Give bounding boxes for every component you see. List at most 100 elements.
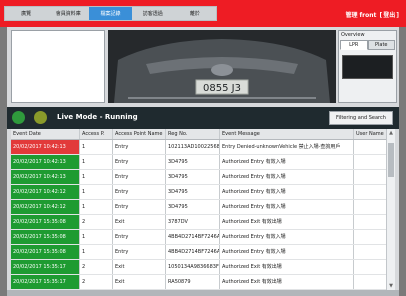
col-event-date[interactable]: Event Date [11,129,80,139]
live-mode-title: Live Mode - Running [57,113,138,121]
cell-access-point-name: Entry [113,185,166,199]
bottom-strip [7,290,399,296]
cell-event-message: Authorized Entry 有效入場 [220,155,354,169]
cell-access-p: 1 [80,185,113,199]
camera-view: 0855 J3 [108,30,336,103]
overview-title: Overview [341,32,365,38]
cell-event-date: 20/02/2017 15:35:08 [11,245,80,259]
table-header: Event Date Access P. Access Point Name R… [11,129,386,140]
cell-access-p: 1 [80,155,113,169]
cell-access-p: 2 [80,275,113,289]
cell-access-point-name: Entry [113,200,166,214]
cell-event-date: 20/02/2017 10:42:13 [11,170,80,184]
cell-event-message: Entry Denied-unknownVehicle 禁止入場-查詢用戶 [220,140,354,154]
cell-event-message: Authorized Exit 有效出場 [220,215,354,229]
cell-event-date: 20/02/2017 15:35:17 [11,275,80,289]
table-row[interactable]: 20/02/2017 10:42:12 1 Entry 3D4795 Authorize… [11,185,386,200]
cell-reg-no: 3D4795 [166,170,220,184]
refresh-icon[interactable] [12,111,25,124]
live-mode-bar: Live Mode - Running Filtering and Search [7,107,399,129]
cell-event-date: 20/02/2017 10:42:12 [11,200,80,214]
col-reg-no[interactable]: Reg No. [166,129,220,139]
table-row[interactable]: 20/02/2017 15:35:08 1 Entry 4BB4D2714BF7246… [11,230,386,245]
col-user-name[interactable]: User Name [354,129,386,139]
cell-user-name [354,245,386,259]
cell-access-p: 1 [80,170,113,184]
nav-item-member-database[interactable]: 會員資料庫 [47,7,89,20]
gate-icon[interactable] [34,111,47,124]
cell-event-message: Authorized Entry 有效入場 [220,230,354,244]
cell-event-date: 20/02/2017 15:35:08 [11,215,80,229]
cell-reg-no: 4BB4D2714BF7246A [166,230,220,244]
cell-reg-no: 3787DV [166,215,220,229]
overview-image [342,55,393,79]
table-body: 20/02/2017 10:42:13 1 Entry 102113AD1002256… [11,140,386,290]
cell-user-name [354,185,386,199]
cell-access-p: 1 [80,245,113,259]
scroll-up-icon[interactable]: ▲ [387,129,395,137]
table-row[interactable]: 20/02/2017 10:42:13 1 Entry 3D4795 Authorize… [11,155,386,170]
cell-reg-no: 1050134A9836683F [166,260,220,274]
table-scrollbar[interactable]: ▲ ▼ [386,129,395,290]
plate-number: 0855 J3 [203,83,241,94]
cell-reg-no: 4BB4D2714BF7246A [166,245,220,259]
table-row[interactable]: 20/02/2017 10:42:12 1 Entry 3D4795 Authorize… [11,200,386,215]
cell-reg-no: RA50879 [166,275,220,289]
cell-user-name [354,275,386,289]
cell-reg-no: 3D4795 [166,185,220,199]
nav-item-visitors[interactable]: 訪客透過 [132,7,174,20]
scroll-thumb[interactable] [388,143,394,177]
table-row[interactable]: 20/02/2017 15:35:08 1 Entry 4BB4D2714BF7246… [11,245,386,260]
main-panel: 0855 J3 Overview LPR Plate Live Mode - R… [7,27,399,290]
cell-event-date: 20/02/2017 10:42:13 [11,155,80,169]
filter-search-button[interactable]: Filtering and Search [329,111,393,125]
cell-access-p: 2 [80,260,113,274]
cell-event-message: Authorized Entry 有效入場 [220,200,354,214]
top-bar: 廣覽 會員資料庫 檔案記錄 訪客透過 離於 管理 front [登出] [0,0,406,27]
table-row[interactable]: 20/02/2017 15:35:17 2 Exit RA50879 Authorize… [11,275,386,290]
table-row[interactable]: 20/02/2017 10:42:13 1 Entry 3D4795 Authorize… [11,170,386,185]
cell-reg-no: 3D4795 [166,200,220,214]
username: 管理 front [345,12,377,19]
col-access-p[interactable]: Access P. [80,129,113,139]
cell-access-point-name: Entry [113,170,166,184]
cell-access-point-name: Entry [113,245,166,259]
cell-access-p: 1 [80,230,113,244]
cell-access-point-name: Exit [113,260,166,274]
table-row[interactable]: 20/02/2017 10:42:13 1 Entry 102113AD1002256… [11,140,386,155]
nav-item-overview[interactable]: 廣覽 [5,7,47,20]
cell-access-point-name: Entry [113,155,166,169]
table-row[interactable]: 20/02/2017 15:35:17 2 Exit 1050134A9836683F… [11,260,386,275]
cell-access-point-name: Exit [113,215,166,229]
cell-event-message: Authorized Entry 有效入場 [220,185,354,199]
table-row[interactable]: 20/02/2017 15:35:08 2 Exit 3787DV Authorized… [11,215,386,230]
cell-event-message: Authorized Entry 有效入場 [220,245,354,259]
nav-item-exit[interactable]: 離於 [174,7,216,20]
overview-tabs: LPR Plate [340,40,395,50]
camera-feed-image: 0855 J3 [108,30,336,103]
cell-event-date: 20/02/2017 15:35:17 [11,260,80,274]
cell-user-name [354,155,386,169]
user-area: 管理 front [登出] [345,12,399,19]
cell-event-message: Authorized Exit 有效出場 [220,260,354,274]
cell-access-p: 1 [80,200,113,214]
cell-access-point-name: Entry [113,230,166,244]
tab-lpr[interactable]: LPR [340,40,368,50]
cell-user-name [354,200,386,214]
cell-reg-no: 3D4795 [166,155,220,169]
nav-item-records[interactable]: 檔案記錄 [89,7,132,20]
cell-access-point-name: Exit [113,275,166,289]
cell-user-name [354,215,386,229]
cell-event-message: Authorized Entry 有效入場 [220,170,354,184]
cell-user-name [354,140,386,154]
scroll-down-icon[interactable]: ▼ [387,282,395,290]
event-table: Event Date Access P. Access Point Name R… [11,129,386,290]
tab-plate[interactable]: Plate [367,40,395,50]
cell-event-message: Authorized Exit 有效出場 [220,275,354,289]
logout-link[interactable]: 登出 [383,12,395,19]
overview-panel: Overview LPR Plate [338,30,397,103]
main-nav: 廣覽 會員資料庫 檔案記錄 訪客透過 離於 [4,6,217,21]
col-event-message[interactable]: Event Message [220,129,354,139]
cell-user-name [354,170,386,184]
col-access-point-name[interactable]: Access Point Name [113,129,166,139]
